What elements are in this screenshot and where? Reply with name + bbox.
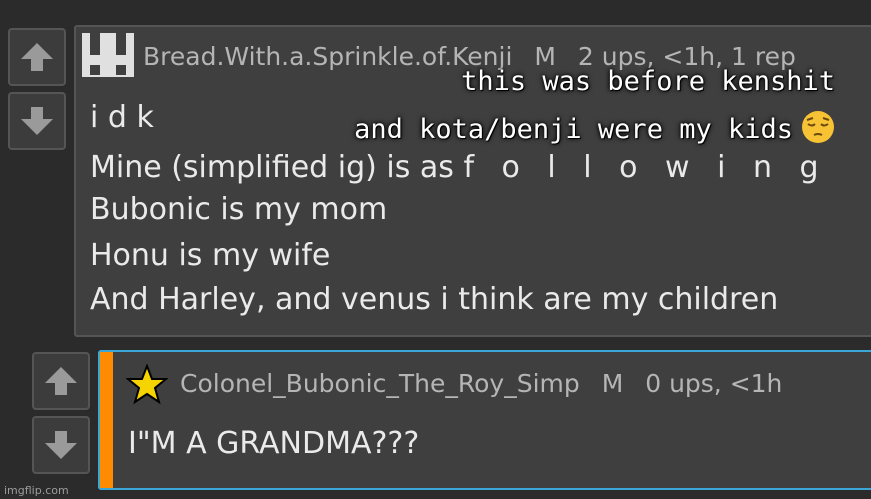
overlay-line-2: and kota/benji were my kids: [354, 106, 835, 154]
downvote-button-2[interactable]: [32, 416, 90, 474]
overlay-caption: this was before kenshit and kota/benji w…: [354, 58, 835, 154]
upvote-button-1[interactable]: [8, 28, 66, 86]
downvote-button-1[interactable]: [8, 92, 66, 150]
overlay-line-2-text: and kota/benji were my kids: [354, 114, 793, 145]
reply-highlight-bar: [100, 352, 113, 488]
arrow-up-icon: [21, 43, 53, 71]
comment-2-meta: Colonel_Bubonic_The_Roy_Simp M 0 ups, <1…: [180, 369, 796, 398]
comment-2-stats: 0 ups, <1h: [645, 369, 783, 398]
vote-column-2: [32, 352, 90, 474]
vote-column-1: [8, 28, 66, 150]
arrow-down-icon: [45, 431, 77, 459]
star-icon: [126, 364, 168, 405]
pensive-face-emoji-icon: [802, 111, 834, 143]
comment-1-line-5: And Harley, and venus i think are my chi…: [90, 282, 779, 317]
comment-1-line-3: Bubonic is my mom: [90, 192, 388, 227]
comment-1-line-2-text: Mine (simplified ig) is as: [90, 150, 464, 185]
arrow-up-icon: [45, 367, 77, 395]
overlay-line-1: this was before kenshit: [461, 66, 835, 97]
upvote-button-2[interactable]: [32, 352, 90, 410]
comment-2-username[interactable]: Colonel_Bubonic_The_Roy_Simp: [180, 369, 580, 398]
comment-2-text: I"M A GRANDMA???: [128, 426, 420, 461]
comment-1-line-2-spaced: f o l l o w i n g: [463, 150, 828, 185]
comment-1-line-2: Mine (simplified ig) is as f o l l o w i…: [90, 150, 828, 185]
watermark: imgflip.com: [4, 484, 69, 497]
pixel-avatar-icon: [82, 33, 134, 85]
comment-2-gender: M: [601, 369, 624, 398]
comment-1-line-1: i d k: [90, 100, 154, 135]
arrow-down-icon: [21, 107, 53, 135]
comment-1-line-4: Honu is my wife: [90, 238, 331, 273]
